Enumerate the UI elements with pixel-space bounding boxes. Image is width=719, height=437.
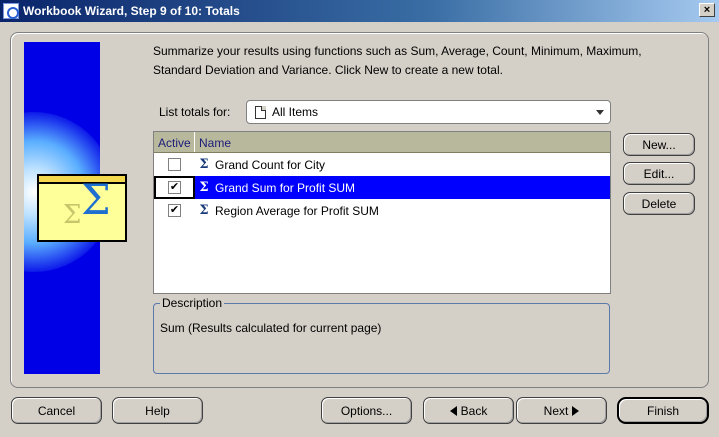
table-row[interactable]: ✔ Σ Region Average for Profit SUM	[154, 199, 610, 222]
app-icon	[3, 3, 19, 19]
sigma-icon: Σ	[199, 156, 209, 172]
intro-text: Summarize your results using functions s…	[153, 44, 642, 77]
table-row-selected[interactable]: ✔ Σ Grand Sum for Profit SUM	[154, 176, 610, 199]
table-row[interactable]: Σ Grand Count for City	[154, 153, 610, 176]
column-header-name[interactable]: Name	[195, 132, 610, 152]
list-totals-selected: All Items	[272, 105, 319, 119]
total-name: Grand Sum for Profit SUM	[215, 180, 356, 195]
back-arrow-icon	[449, 405, 457, 416]
total-name: Grand Count for City	[215, 157, 326, 172]
description-text: Sum (Results calculated for current page…	[160, 321, 382, 335]
cancel-button[interactable]: Cancel	[11, 397, 102, 424]
new-button[interactable]: New...	[623, 133, 695, 156]
sigma-icon: Σ	[199, 179, 209, 195]
active-checkbox[interactable]	[168, 158, 181, 171]
window-title: Workbook Wizard, Step 9 of 10: Totals	[23, 4, 240, 18]
description-legend: Description	[160, 296, 225, 310]
next-arrow-icon	[572, 405, 580, 416]
delete-button[interactable]: Delete	[623, 192, 695, 215]
totals-illustration-icon: Σ Σ	[37, 174, 127, 242]
small-sigma-icon: Σ	[63, 200, 82, 230]
description-group: Description Sum (Results calculated for …	[153, 296, 610, 374]
title-bar: Workbook Wizard, Step 9 of 10: Totals ×	[0, 0, 719, 22]
active-checkbox[interactable]: ✔	[168, 181, 181, 194]
totals-table: Active Name Σ Grand Count for City ✔ Σ G…	[153, 131, 611, 294]
back-button[interactable]: Back	[423, 397, 514, 424]
options-button[interactable]: Options...	[321, 397, 412, 424]
help-button[interactable]: Help	[112, 397, 203, 424]
finish-button[interactable]: Finish	[617, 397, 709, 424]
edit-button[interactable]: Edit...	[623, 162, 695, 185]
list-totals-dropdown[interactable]: All Items	[246, 100, 611, 124]
close-button[interactable]: ×	[699, 3, 715, 17]
total-name: Region Average for Profit SUM	[215, 203, 379, 218]
active-checkbox[interactable]: ✔	[168, 204, 181, 217]
next-button[interactable]: Next	[516, 397, 607, 424]
chevron-down-icon[interactable]	[596, 110, 604, 115]
table-header: Active Name	[154, 132, 610, 153]
column-header-active[interactable]: Active	[154, 132, 195, 152]
sigma-icon: Σ	[199, 202, 209, 218]
list-totals-label: List totals for:	[159, 105, 231, 119]
document-icon	[255, 105, 266, 119]
large-sigma-icon: Σ	[81, 175, 111, 224]
